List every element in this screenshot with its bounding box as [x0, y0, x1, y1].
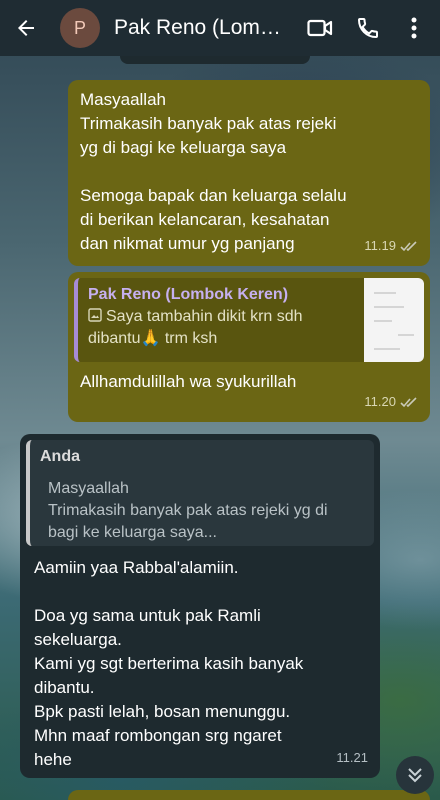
message-meta: 11.19	[364, 234, 418, 258]
incoming-message-reply[interactable]: Anda Masyaallah Trimakasih banyak pak at…	[20, 434, 380, 778]
scroll-to-bottom-button[interactable]	[396, 756, 434, 794]
video-call-icon[interactable]	[302, 0, 338, 56]
image-icon	[88, 308, 102, 322]
chat-title[interactable]: Pak Reno (Lombok Keren)	[114, 16, 290, 40]
quote-text: Saya tambahin dikit krn sdh dibantu🙏 trm…	[88, 308, 303, 347]
phone-call-icon[interactable]	[350, 0, 386, 56]
read-ticks-icon	[400, 396, 417, 407]
message-time: 11.21	[336, 750, 368, 765]
read-ticks-icon	[400, 240, 417, 251]
quote-author: Anda	[40, 448, 80, 465]
next-message-edge	[68, 790, 430, 800]
back-arrow-icon[interactable]	[6, 0, 46, 56]
message-meta: 11.20	[364, 390, 418, 414]
quoted-message[interactable]: Anda Masyaallah Trimakasih banyak pak at…	[26, 440, 374, 546]
quote-thumbnail	[364, 278, 424, 362]
message-meta: 11.21	[336, 746, 368, 770]
chat-header: P Pak Reno (Lombok Keren)	[0, 0, 440, 56]
avatar[interactable]: P	[60, 8, 100, 48]
more-vert-icon[interactable]	[396, 0, 432, 56]
message-text: Masyaallah Trimakasih banyak pak atas re…	[80, 90, 347, 253]
previous-message-edge	[120, 56, 310, 64]
quote-text: Masyaallah Trimakasih banyak pak atas re…	[48, 480, 328, 541]
double-chevron-down-icon	[408, 768, 422, 783]
message-text: Aamiin yaa Rabbal'alamiin. Doa yg sama u…	[34, 558, 304, 769]
outgoing-message[interactable]: Masyaallah Trimakasih banyak pak atas re…	[68, 80, 430, 266]
quoted-message[interactable]: Pak Reno (Lombok Keren) Saya tambahin di…	[74, 278, 424, 362]
message-time: 11.19	[364, 238, 396, 253]
message-time: 11.20	[364, 394, 396, 409]
outgoing-message-reply[interactable]: Pak Reno (Lombok Keren) Saya tambahin di…	[68, 272, 430, 422]
